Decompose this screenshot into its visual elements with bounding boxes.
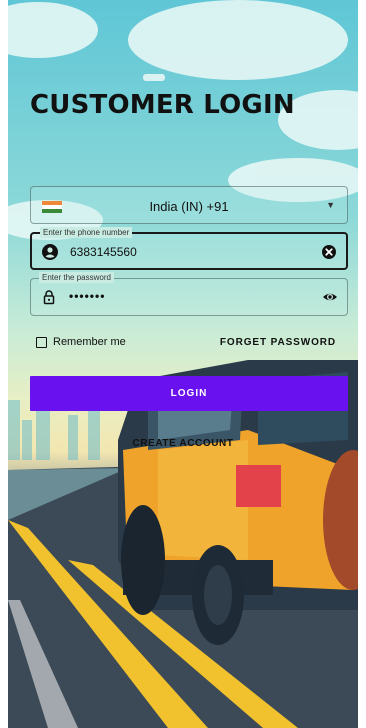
login-button[interactable]: LOGIN <box>30 376 348 411</box>
country-selector[interactable]: India (IN) +91 ▼ <box>30 186 348 224</box>
eye-icon[interactable] <box>322 289 338 305</box>
phone-field-label: Enter the phone number <box>40 227 133 238</box>
remember-me-checkbox[interactable] <box>36 336 47 348</box>
phone-number-field[interactable]: Enter the phone number 6383145560 <box>30 227 348 270</box>
lock-icon <box>43 290 55 305</box>
password-field-label: Enter the password <box>39 272 114 283</box>
login-screen: CUSTOMER LOGIN India (IN) +91 ▼ Enter th… <box>8 0 358 728</box>
password-field[interactable]: Enter the password ••••••• <box>30 272 348 316</box>
remember-me-label: Remember me <box>53 336 126 348</box>
password-input[interactable]: ••••••• <box>69 289 105 303</box>
forget-password-link[interactable]: FORGET PASSWORD <box>220 337 336 348</box>
remember-me[interactable]: Remember me <box>36 336 126 348</box>
chevron-down-icon[interactable]: ▼ <box>326 200 335 210</box>
user-icon <box>42 244 58 260</box>
page-title: CUSTOMER LOGIN <box>30 90 295 120</box>
phone-input[interactable]: 6383145560 <box>70 245 137 259</box>
clear-icon[interactable] <box>321 244 337 260</box>
country-label: India (IN) +91 <box>149 199 229 214</box>
create-account-link[interactable]: CREATE ACCOUNT <box>8 438 358 449</box>
